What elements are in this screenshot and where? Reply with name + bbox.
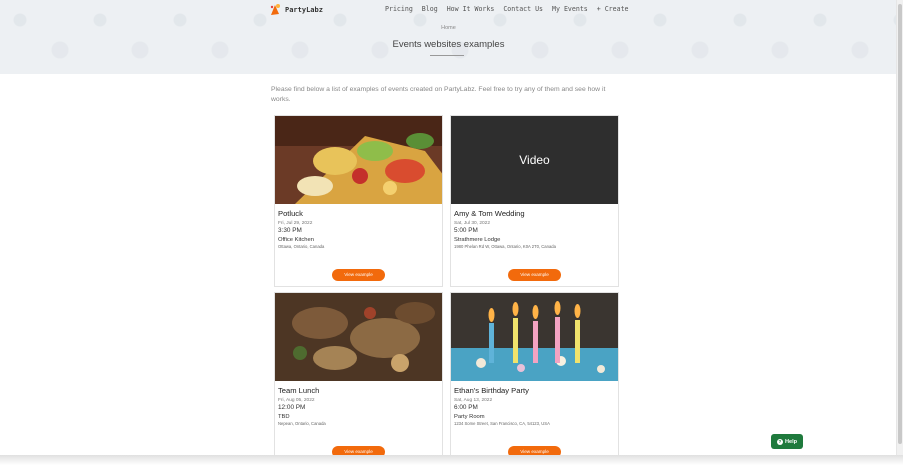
- intro-text: Please find below a list of examples of …: [271, 86, 606, 103]
- birthday-candles-photo[interactable]: [451, 293, 618, 381]
- event-address: 1234 Some Street, San Francisco, CA, 541…: [454, 421, 550, 426]
- event-name: Team Lunch: [278, 386, 320, 395]
- breadcrumb: Home: [0, 25, 896, 31]
- video-label: Video: [519, 153, 550, 167]
- question-circle-icon: ?: [776, 438, 783, 445]
- breadcrumb-home[interactable]: Home: [441, 25, 456, 31]
- view-example-button[interactable]: View example: [332, 446, 385, 455]
- event-time: 5:00 PM: [454, 227, 478, 234]
- event-venue: Strathmere Lodge: [454, 237, 501, 243]
- nav-my-events[interactable]: My Events: [552, 5, 588, 13]
- event-date: Fri, Jul 29, 2022: [278, 221, 313, 226]
- event-date: Sat, Jul 30, 2022: [454, 221, 491, 226]
- nav-pricing[interactable]: Pricing: [385, 5, 413, 13]
- help-label: Help: [784, 438, 798, 445]
- video-placeholder[interactable]: Video: [451, 116, 618, 204]
- event-name: Ethan's Birthday Party: [454, 386, 529, 395]
- header-band: PartyLabz Pricing Blog How It Works Cont…: [0, 0, 896, 74]
- event-name: Amy & Tom Wedding: [454, 209, 525, 218]
- nav-contact-us[interactable]: Contact Us: [503, 5, 543, 13]
- logo-text: PartyLabz: [285, 5, 323, 14]
- event-card-team-lunch: Team Lunch Fri, Aug 05, 2022 12:00 PM TB…: [274, 292, 443, 455]
- event-name: Potluck: [278, 209, 303, 218]
- event-venue: TBD: [278, 414, 290, 420]
- event-venue: Office Kitchen: [278, 237, 314, 243]
- event-date: Sat, Aug 13, 2022: [454, 398, 493, 403]
- view-example-button[interactable]: View example: [508, 269, 561, 281]
- event-time: 12:00 PM: [278, 404, 306, 411]
- event-card-birthday: Ethan's Birthday Party Sat, Aug 13, 2022…: [450, 292, 619, 455]
- event-time: 3:30 PM: [278, 227, 302, 234]
- lunch-table-photo[interactable]: [275, 293, 442, 381]
- vertical-scrollbar[interactable]: [897, 0, 903, 455]
- nav-blog[interactable]: Blog: [422, 5, 438, 13]
- title-divider: [430, 55, 464, 56]
- help-button[interactable]: ? Help: [771, 434, 803, 449]
- event-card-wedding: Video Amy & Tom Wedding Sat, Jul 30, 202…: [450, 115, 619, 287]
- browser-page: PartyLabz Pricing Blog How It Works Cont…: [0, 0, 897, 455]
- event-address: Ottawa, Ontario, Canada: [278, 244, 325, 249]
- logo[interactable]: PartyLabz: [269, 3, 323, 16]
- food-platter-photo[interactable]: [275, 116, 442, 204]
- nav-create[interactable]: + Create: [597, 5, 629, 13]
- main-nav: Pricing Blog How It Works Contact Us My …: [385, 5, 638, 13]
- event-venue: Party Room: [454, 414, 485, 420]
- event-card-potluck: Potluck Fri, Jul 29, 2022 3:30 PM Office…: [274, 115, 443, 287]
- window-shadow: [0, 455, 903, 465]
- page-title: Events websites examples: [392, 39, 505, 50]
- view-example-button[interactable]: View example: [508, 446, 561, 455]
- event-time: 6:00 PM: [454, 404, 478, 411]
- event-address: Nepean, Ontario, Canada: [278, 421, 326, 426]
- scrollbar-thumb[interactable]: [898, 4, 902, 444]
- event-date: Fri, Aug 05, 2022: [278, 398, 315, 403]
- view-example-button[interactable]: View example: [332, 269, 385, 281]
- party-logo-icon: [269, 3, 282, 16]
- nav-how-it-works[interactable]: How It Works: [447, 5, 495, 13]
- event-address: 1980 Phelan Rd W, Ottawa, Ontario, K0A 2…: [454, 244, 556, 249]
